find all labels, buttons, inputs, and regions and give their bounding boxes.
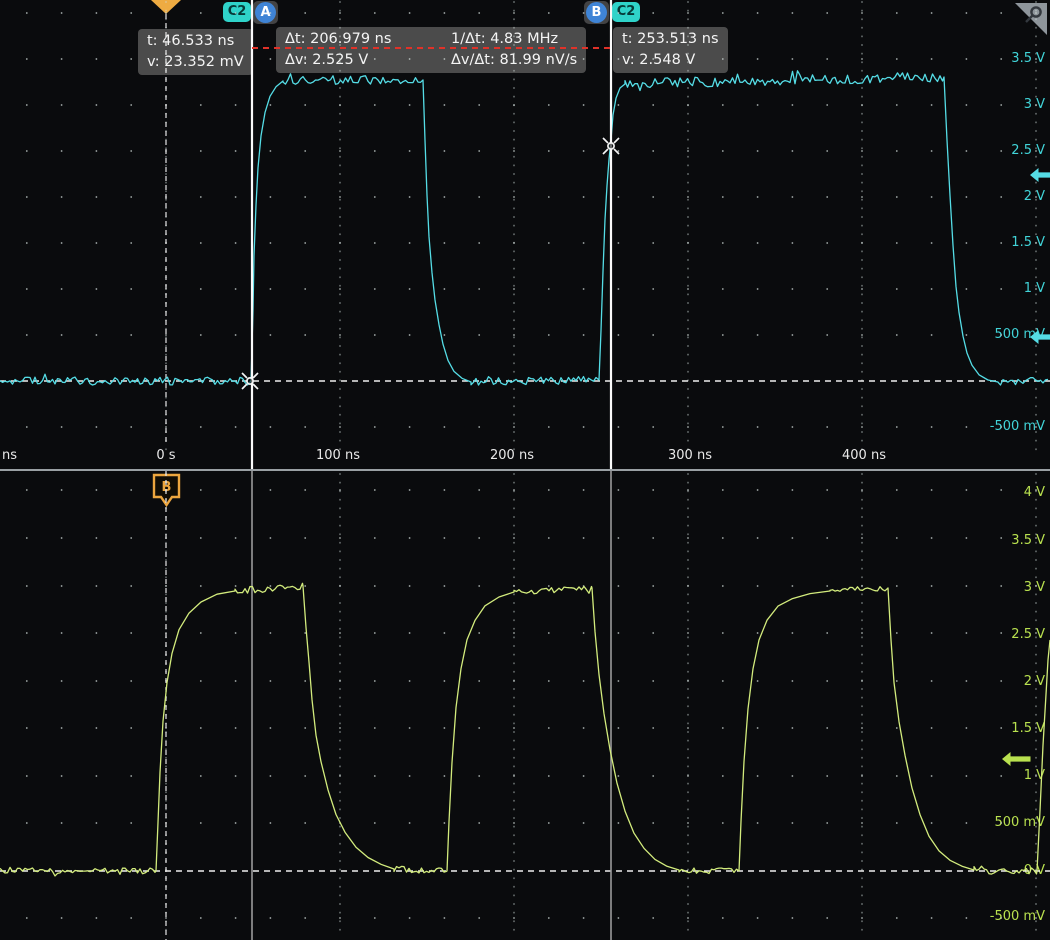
scope-plot-bottom[interactable] — [0, 471, 1050, 940]
waveform-trace — [0, 71, 1048, 385]
channel-level-arrow-bottom-0[interactable] — [1002, 752, 1031, 766]
oscilloscope-app: C2 A B C2 t: 46.533 ns v: 23.352 mV Δt: … — [0, 0, 1050, 940]
scope-plot-top[interactable] — [0, 0, 1050, 469]
grid — [26, 1, 1037, 450]
waveform-trace — [0, 583, 1050, 876]
channel-level-arrow-top-1[interactable] — [1030, 330, 1050, 344]
grid — [26, 473, 1037, 931]
channel-level-arrow-top-0[interactable] — [1030, 168, 1050, 182]
